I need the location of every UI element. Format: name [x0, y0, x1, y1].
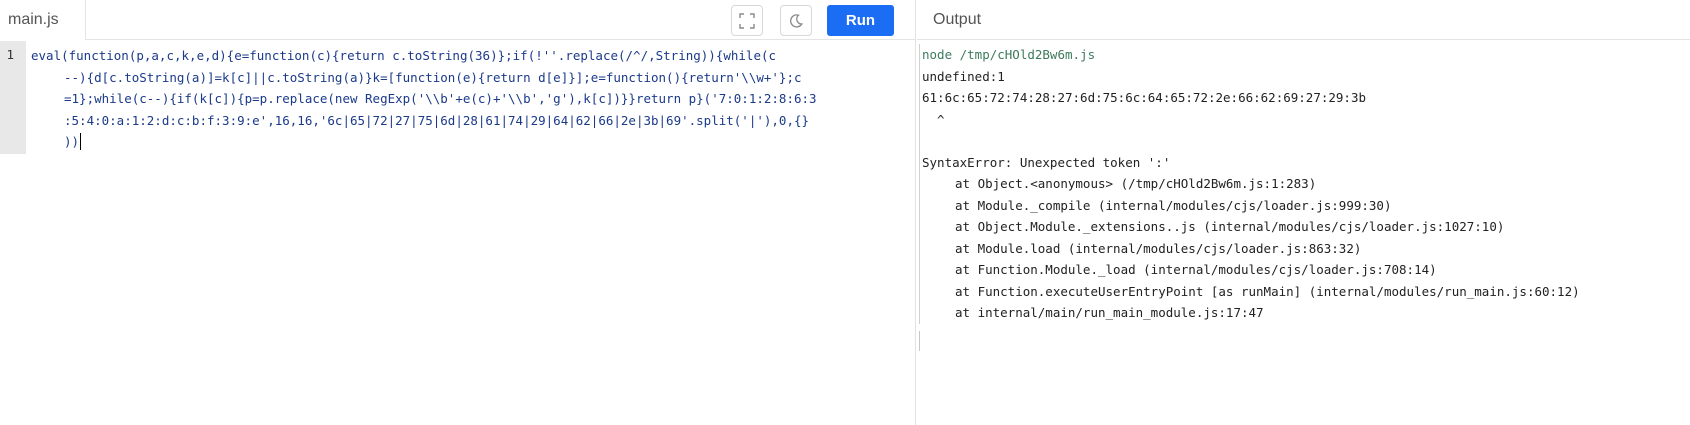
output-pane: Output node /tmp/cHOld2Bw6m.js undefined… [917, 0, 1690, 425]
fullscreen-button[interactable] [731, 5, 763, 36]
stack-trace-line: at Object.Module._extensions..js (intern… [955, 219, 1505, 234]
code-line: --){d[c.toString(a)]=k[c]||c.toString(a)… [64, 69, 802, 85]
line-number: 1 [6, 47, 14, 62]
console-command: node /tmp/cHOld2Bw6m.js [922, 47, 1096, 62]
file-tab-main-js[interactable]: main.js [0, 0, 86, 40]
code-line-last: )) [31, 131, 911, 153]
run-button[interactable]: Run [827, 5, 894, 36]
theme-toggle-button[interactable] [780, 5, 812, 36]
output-title: Output [933, 11, 982, 28]
stack-trace-line: at Function.Module._load (internal/modul… [955, 262, 1437, 277]
console-line: ^ [922, 111, 945, 127]
code-editor[interactable]: eval(function(p,a,c,k,e,d){e=function(c)… [31, 45, 911, 153]
error-message: SyntaxError: Unexpected token ':' [922, 154, 1171, 170]
stack-trace-line: at internal/main/run_main_module.js:17:4… [955, 305, 1264, 320]
text-caret [80, 133, 82, 150]
stack-trace-line: at Module._compile (internal/modules/cjs… [955, 197, 1392, 213]
output-header: Output [917, 0, 1690, 40]
moon-icon [790, 13, 803, 28]
console-line: undefined:1 [922, 68, 1005, 84]
editor-toolbar: main.js Run [0, 0, 915, 40]
output-console[interactable]: node /tmp/cHOld2Bw6m.js undefined:1 61:6… [919, 44, 1679, 324]
stack-trace-line: at Object.<anonymous> (/tmp/cHOld2Bw6m.j… [955, 176, 1317, 191]
editor-pane: main.js Run 1 eval(function(p,a,c,k,e,d)… [0, 0, 916, 425]
code-line: eval(function(p,a,c,k,e,d){e=function(c)… [31, 48, 777, 63]
stack-trace-line: at Module.load (internal/modules/cjs/loa… [955, 240, 1362, 256]
stack-trace-line: at Function.executeUserEntryPoint [as ru… [955, 283, 1580, 299]
fullscreen-icon [739, 12, 755, 29]
code-line: )) [64, 134, 80, 149]
console-cursor [919, 331, 920, 351]
code-line: =1};while(c--){if(k[c]){p=p.replace(new … [64, 91, 817, 106]
console-line: 61:6c:65:72:74:28:27:6d:75:6c:64:65:72:2… [922, 90, 1367, 105]
code-line: :5:4:0:a:1:2:d:c:b:f:3:9:e',16,16,'6c|65… [64, 112, 810, 128]
